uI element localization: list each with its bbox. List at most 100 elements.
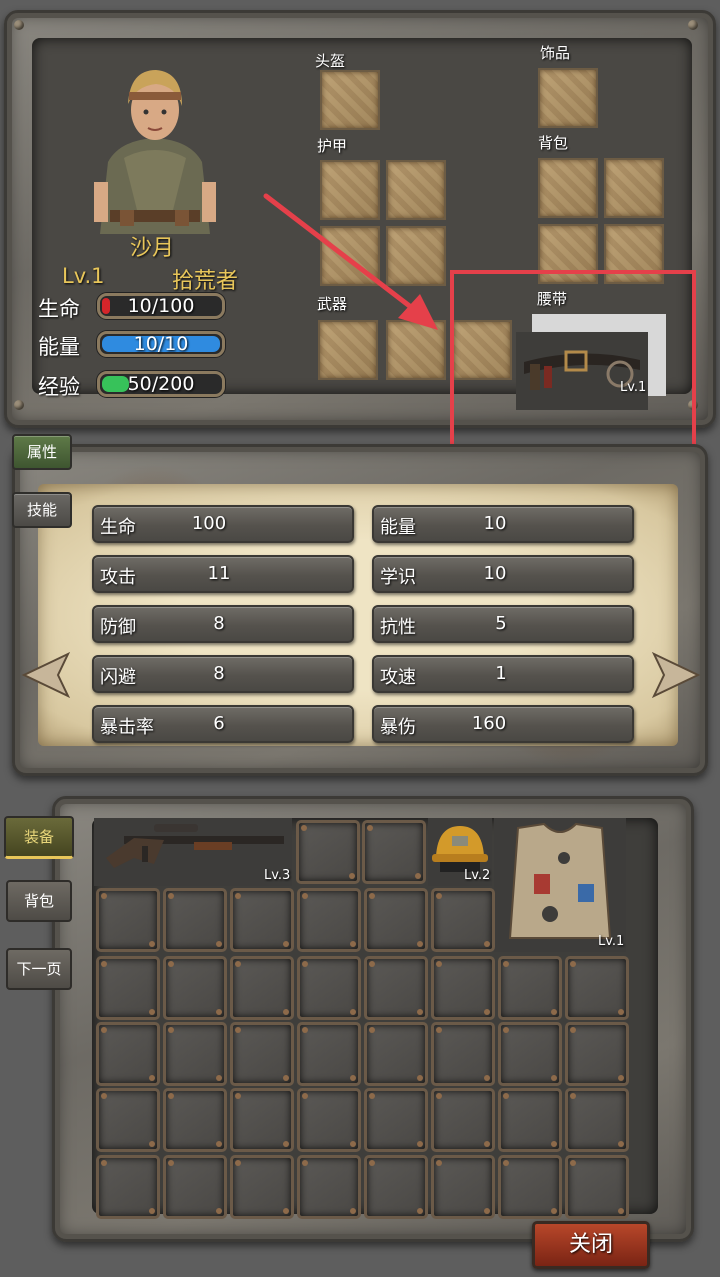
stat-knowledge: 学识 10	[372, 555, 634, 593]
tab-attributes[interactable]: 属性	[12, 434, 72, 470]
stat-name: 闪避	[100, 667, 136, 688]
inventory-slot[interactable]	[230, 1022, 294, 1086]
bolt	[14, 400, 24, 410]
inventory-slot[interactable]	[230, 888, 294, 952]
stat-name: 攻速	[380, 667, 416, 688]
bolt	[14, 20, 24, 30]
inventory-slot[interactable]	[364, 1022, 428, 1086]
stat-value: 8	[213, 663, 225, 684]
inventory-slot[interactable]	[431, 1088, 495, 1152]
inventory-slot[interactable]	[297, 1088, 361, 1152]
inventory-slot[interactable]	[498, 956, 562, 1020]
energy-bar: 10/10	[97, 331, 225, 357]
prev-arrow-icon[interactable]	[20, 652, 70, 698]
inventory-slot[interactable]	[431, 888, 495, 952]
stat-attack-speed: 攻速 1	[372, 655, 634, 693]
tab-equip[interactable]: 装备	[4, 816, 74, 859]
arrow-annotation	[263, 193, 438, 330]
stat-defense: 防御 8	[92, 605, 354, 643]
character-name: 沙月	[130, 236, 175, 261]
stat-value: 10	[483, 513, 507, 534]
item-vest[interactable]: Lv.1	[494, 818, 626, 952]
item-hard-hat[interactable]: Lv.2	[428, 818, 492, 886]
item-level: Lv.1	[598, 934, 625, 949]
stat-name: 学识	[380, 567, 416, 588]
backpack-slot[interactable]	[538, 158, 598, 218]
inventory-slot[interactable]	[96, 1155, 160, 1219]
hp-bar: 10/100	[97, 293, 225, 319]
inventory-slot[interactable]	[565, 1088, 629, 1152]
accessory-label: 饰品	[540, 44, 571, 62]
tab-next-page[interactable]: 下一页	[6, 948, 72, 990]
hp-label: 生命	[38, 297, 80, 321]
character-level: Lv.1	[62, 264, 105, 288]
inventory-slot[interactable]	[96, 1088, 160, 1152]
inventory-slot[interactable]	[364, 1088, 428, 1152]
accessory-slot[interactable]	[538, 68, 598, 128]
inventory-slot[interactable]	[498, 1022, 562, 1086]
energy-label: 能量	[38, 335, 80, 359]
inventory-slot[interactable]	[565, 1155, 629, 1219]
inventory-slot[interactable]	[230, 1155, 294, 1219]
inventory-slot[interactable]	[96, 888, 160, 952]
stat-value: 100	[191, 513, 227, 534]
stat-attack: 攻击 11	[92, 555, 354, 593]
stat-name: 生命	[100, 517, 136, 538]
inventory-slot[interactable]	[163, 888, 227, 952]
item-rifle[interactable]: Lv.3	[94, 818, 292, 886]
inventory-slot[interactable]	[364, 956, 428, 1020]
inventory-slot[interactable]	[431, 1155, 495, 1219]
stat-name: 攻击	[100, 567, 136, 588]
energy-bar-text: 10/10	[133, 333, 189, 355]
stat-dodge: 闪避 8	[92, 655, 354, 693]
inventory-slot[interactable]	[565, 956, 629, 1020]
inventory-slot[interactable]	[163, 1155, 227, 1219]
inventory-slot[interactable]	[297, 888, 361, 952]
item-level: Lv.3	[264, 868, 291, 883]
inventory-slot[interactable]	[96, 1022, 160, 1086]
inventory-slot[interactable]	[163, 956, 227, 1020]
armor-label: 护甲	[317, 137, 348, 155]
character-portrait	[94, 70, 216, 234]
stat-value: 6	[213, 713, 225, 734]
inventory-slot[interactable]	[296, 820, 360, 884]
inventory-slot[interactable]	[498, 1155, 562, 1219]
inventory-slot[interactable]	[163, 1088, 227, 1152]
inventory-slot[interactable]	[362, 820, 426, 884]
helmet-slot[interactable]	[320, 70, 380, 130]
inventory-slot[interactable]	[297, 1155, 361, 1219]
tab-skills[interactable]: 技能	[12, 492, 72, 528]
helmet-label: 头盔	[315, 52, 346, 70]
character-profession: 拾荒者	[172, 269, 239, 294]
stat-value: 1	[495, 663, 507, 684]
exp-bar-text: 50/200	[127, 373, 195, 395]
stat-name: 能量	[380, 517, 416, 538]
stat-energy: 能量 10	[372, 505, 634, 543]
inventory-slot[interactable]	[96, 956, 160, 1020]
stat-value: 8	[213, 613, 225, 634]
close-button[interactable]: 关闭	[532, 1221, 650, 1269]
stat-name: 暴伤	[380, 717, 416, 738]
inventory-slot[interactable]	[230, 1088, 294, 1152]
tab-bag[interactable]: 背包	[6, 880, 72, 922]
inventory-slot[interactable]	[431, 1022, 495, 1086]
inventory-slot[interactable]	[163, 1022, 227, 1086]
highlight-box	[450, 270, 696, 458]
inventory-slot[interactable]	[297, 1022, 361, 1086]
inventory-slot[interactable]	[565, 1022, 629, 1086]
inventory-slot[interactable]	[297, 956, 361, 1020]
stat-hp: 生命 100	[92, 505, 354, 543]
inventory-slot[interactable]	[498, 1088, 562, 1152]
backpack-slot[interactable]	[604, 158, 664, 218]
inventory-slot[interactable]	[230, 956, 294, 1020]
inventory-slot[interactable]	[364, 888, 428, 952]
stat-crit-damage: 暴伤 160	[372, 705, 634, 743]
exp-label: 经验	[38, 375, 80, 399]
exp-bar: 50/200	[97, 371, 225, 397]
stat-value: 5	[495, 613, 507, 634]
next-arrow-icon[interactable]	[652, 652, 702, 698]
stat-name: 暴击率	[100, 717, 154, 738]
bolt	[688, 20, 698, 30]
inventory-slot[interactable]	[431, 956, 495, 1020]
inventory-slot[interactable]	[364, 1155, 428, 1219]
